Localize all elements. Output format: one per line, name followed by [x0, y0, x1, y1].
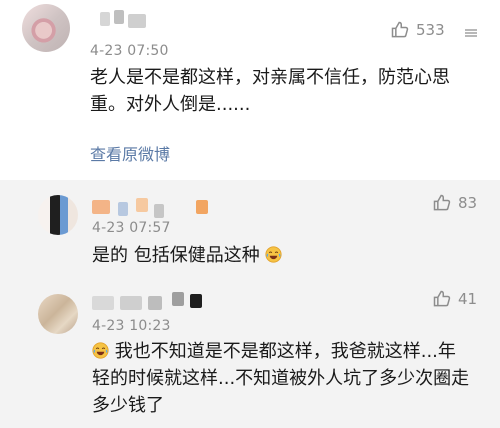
- like-count: 83: [458, 194, 478, 212]
- like-button[interactable]: 83: [432, 193, 477, 213]
- reply-list: 4-23 07:57 83 是的 包括保健品这种 4-23 10:23 41 我…: [0, 180, 500, 428]
- thumbs-up-icon: [433, 194, 451, 211]
- main-comment: 4-23 07:50 533 老人是不是都这样，对亲属不信任，防范心思 重。对外…: [0, 0, 500, 180]
- view-original-weibo-link[interactable]: 查看原微博: [90, 141, 170, 165]
- reply-text: 是的 包括保健品这种: [92, 242, 283, 269]
- like-button[interactable]: 533: [390, 20, 445, 40]
- reply-time: 4-23 10:23: [92, 318, 171, 334]
- username-blurred[interactable]: [92, 198, 222, 218]
- like-count: 533: [416, 21, 445, 39]
- reply-text-line-3: 多少钱了: [92, 395, 164, 416]
- laughing-face-icon: [92, 342, 109, 359]
- like-button[interactable]: 41: [432, 289, 477, 309]
- laughing-face-icon: [265, 246, 283, 263]
- avatar[interactable]: [22, 4, 70, 52]
- username-blurred[interactable]: [100, 10, 150, 28]
- more-icon[interactable]: [462, 24, 480, 42]
- avatar[interactable]: [38, 294, 78, 334]
- thumbs-up-icon: [391, 21, 409, 38]
- like-count: 41: [458, 290, 478, 308]
- reply-text-line-1: 我也不知道是不是都这样，我爸就这样...年: [92, 338, 456, 365]
- comment-text-line-1: 老人是不是都这样，对亲属不信任，防范心思: [90, 67, 450, 88]
- reply-text-line-2: 轻的时候就这样...不知道被外人坑了多少次圈走: [92, 368, 470, 389]
- avatar[interactable]: [38, 195, 78, 235]
- reply-item: 4-23 07:57 83 是的 包括保健品这种: [0, 180, 500, 280]
- username-blurred[interactable]: [92, 292, 217, 310]
- comment-text-line-2: 重。对外人倒是......: [90, 94, 251, 115]
- comment-time: 4-23 07:50: [90, 43, 169, 59]
- thumbs-up-icon: [433, 290, 451, 307]
- reply-item: 4-23 10:23 41 我也不知道是不是都这样，我爸就这样...年 轻的时候…: [0, 280, 500, 428]
- reply-time: 4-23 07:57: [92, 220, 171, 236]
